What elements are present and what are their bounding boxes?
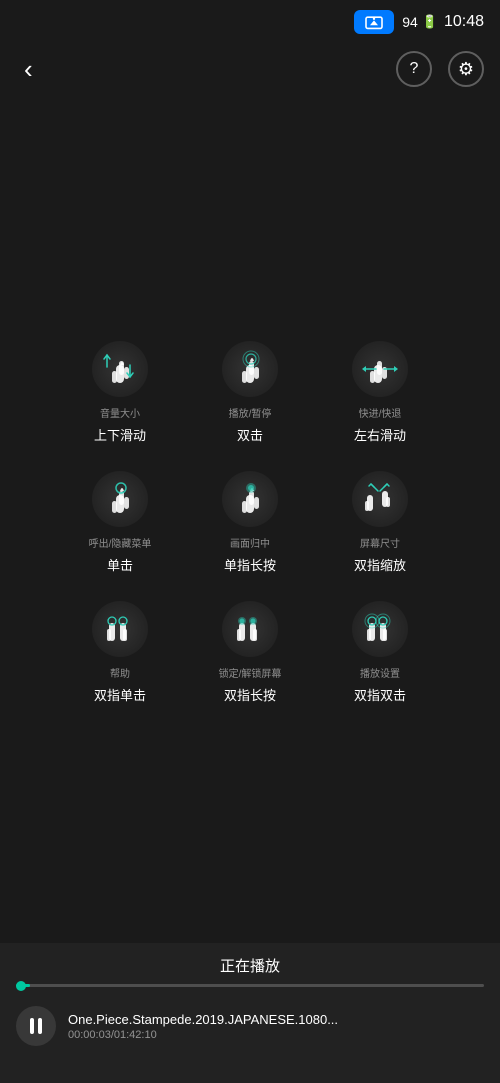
progress-bar[interactable] bbox=[0, 984, 500, 988]
gesture-subtitle-2: 快进/快退 bbox=[359, 408, 402, 421]
play-pause-button[interactable] bbox=[16, 1006, 56, 1046]
gesture-icon-two-finger-tap bbox=[85, 594, 155, 664]
gesture-subtitle-5: 屏幕尺寸 bbox=[360, 538, 400, 551]
gesture-item-7: 锁定/解锁屏幕双指长按 bbox=[190, 594, 310, 704]
track-title: One.Piece.Stampede.2019.JAPANESE.1080... bbox=[68, 1012, 484, 1027]
pause-bar-right bbox=[38, 1018, 42, 1034]
main-content: 音量大小上下滑动 bbox=[0, 94, 500, 943]
nav-bar: ‹ ? ⚙ bbox=[0, 44, 500, 94]
gesture-icon-pinch-zoom bbox=[345, 464, 415, 534]
gesture-icon-two-finger-long-press bbox=[215, 594, 285, 664]
gesture-icon-long-press bbox=[215, 464, 285, 534]
gesture-icon-swipe-left-right bbox=[345, 334, 415, 404]
gesture-item-2: 快进/快退左右滑动 bbox=[320, 334, 440, 444]
gesture-item-4: 画面归中单指长按 bbox=[190, 464, 310, 574]
status-bar: 94 🔋 10:48 bbox=[0, 0, 500, 44]
gesture-icon-two-finger-double-tap bbox=[345, 594, 415, 664]
gesture-subtitle-8: 播放设置 bbox=[360, 668, 400, 681]
pause-icon bbox=[30, 1018, 42, 1034]
gesture-label-5: 双指缩放 bbox=[354, 555, 406, 574]
gesture-label-7: 双指长按 bbox=[224, 685, 276, 704]
gesture-icon-single-tap bbox=[85, 464, 155, 534]
battery-icon: 🔋 bbox=[422, 14, 438, 30]
gesture-subtitle-3: 呼出/隐藏菜单 bbox=[89, 538, 152, 551]
gesture-subtitle-7: 锁定/解锁屏幕 bbox=[219, 668, 282, 681]
gesture-label-6: 双指单击 bbox=[94, 685, 146, 704]
track-info: One.Piece.Stampede.2019.JAPANESE.1080...… bbox=[68, 1012, 484, 1041]
now-playing-label: 正在播放 bbox=[0, 943, 500, 984]
gesture-item-3: 呼出/隐藏菜单单击 bbox=[60, 464, 180, 574]
help-icon: ? bbox=[410, 60, 419, 78]
nav-icons: ? ⚙ bbox=[396, 51, 484, 87]
gesture-item-6: 帮助双指单击 bbox=[60, 594, 180, 704]
battery-indicator: 94 bbox=[402, 14, 418, 30]
bottom-bar: 正在播放 One.Piece.Stampede.2019.JAPANESE.10… bbox=[0, 943, 500, 1083]
settings-icon: ⚙ bbox=[458, 59, 474, 80]
progress-track bbox=[16, 984, 484, 987]
clock-display: 10:48 bbox=[444, 13, 484, 31]
gesture-grid: 音量大小上下滑动 bbox=[50, 314, 450, 724]
gesture-label-1: 双击 bbox=[237, 425, 263, 444]
gesture-label-4: 单指长按 bbox=[224, 555, 276, 574]
gesture-icon-double-tap bbox=[215, 334, 285, 404]
gesture-subtitle-4: 画面归中 bbox=[230, 538, 270, 551]
back-button[interactable]: ‹ bbox=[16, 50, 41, 89]
pause-bar-left bbox=[30, 1018, 34, 1034]
help-button[interactable]: ? bbox=[396, 51, 432, 87]
gesture-item-8: 播放设置双指双击 bbox=[320, 594, 440, 704]
gesture-subtitle-6: 帮助 bbox=[110, 668, 130, 681]
settings-button[interactable]: ⚙ bbox=[448, 51, 484, 87]
gesture-label-8: 双指双击 bbox=[354, 685, 406, 704]
gesture-label-3: 单击 bbox=[107, 555, 133, 574]
gesture-item-0: 音量大小上下滑动 bbox=[60, 334, 180, 444]
gesture-icon-swipe-up-down bbox=[85, 334, 155, 404]
gesture-item-5: 屏幕尺寸双指缩放 bbox=[320, 464, 440, 574]
progress-dot bbox=[16, 981, 26, 991]
gesture-label-2: 左右滑动 bbox=[354, 425, 406, 444]
gesture-subtitle-0: 音量大小 bbox=[100, 408, 140, 421]
gesture-label-0: 上下滑动 bbox=[94, 425, 146, 444]
track-time: 00:00:03/01:42:10 bbox=[68, 1029, 484, 1041]
player-row: One.Piece.Stampede.2019.JAPANESE.1080...… bbox=[0, 998, 500, 1054]
gesture-subtitle-1: 播放/暂停 bbox=[229, 408, 272, 421]
cast-icon[interactable] bbox=[354, 10, 394, 34]
gesture-item-1: 播放/暂停双击 bbox=[190, 334, 310, 444]
